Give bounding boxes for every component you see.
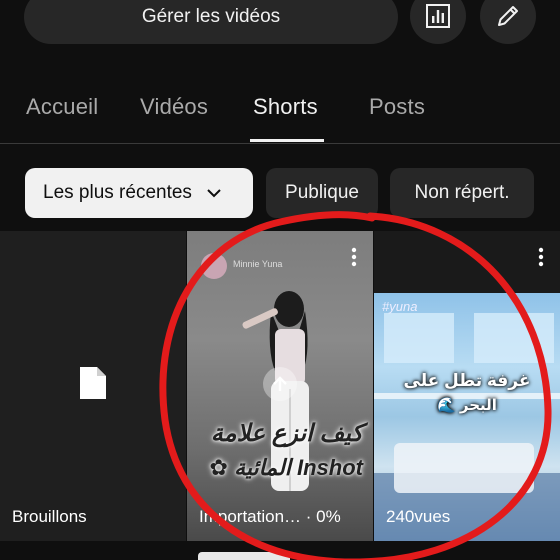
edit-channel-button[interactable]	[480, 0, 536, 44]
filter-public-label: Publique	[285, 182, 359, 203]
thumbnail-image	[374, 293, 560, 541]
published-short-tile[interactable]: #yuna غرفة تطل على البحر 🌊 240vues	[374, 231, 560, 541]
upload-status-label: Importation… · 0%	[199, 507, 341, 526]
thumbnail-room-scene	[374, 313, 560, 541]
channel-avatar	[201, 253, 227, 279]
thumbnail-overlay-text-1: كيف انزع علامة	[210, 420, 363, 447]
sort-dropdown[interactable]: Les plus récentes	[25, 168, 253, 218]
drafts-tile[interactable]: Brouillons	[0, 231, 186, 541]
analytics-icon	[426, 4, 450, 28]
pencil-icon	[498, 6, 518, 26]
tab-posts[interactable]: Posts	[369, 94, 425, 120]
channel-tabs: Accueil Vidéos Shorts Posts	[0, 80, 560, 144]
uploading-short-tile[interactable]: Minnie Yuna كيف انزع علامة Inshot المائي…	[187, 231, 373, 541]
document-icon	[80, 367, 106, 399]
upload-progress-button	[263, 367, 297, 401]
hashtag-overlay: #yuna	[382, 299, 418, 314]
tab-home[interactable]: Accueil	[26, 94, 98, 120]
filter-unlisted-chip[interactable]: Non répert.	[390, 168, 534, 218]
manage-videos-label: Gérer les vidéos	[141, 6, 281, 27]
thumbnail-caption-1: غرفة تطل على	[403, 371, 531, 390]
tab-shorts[interactable]: Shorts	[253, 94, 318, 120]
view-count-label: 240vues	[386, 507, 451, 526]
drafts-label: Brouillons	[12, 507, 87, 526]
analytics-button[interactable]	[410, 0, 466, 44]
shorts-grid: Brouillons Minnie Yuna كيف انزع علامة In…	[0, 231, 560, 541]
sort-label: Les plus récentes	[43, 182, 192, 203]
chevron-down-icon	[207, 189, 221, 198]
next-row-thumbnail-peek	[198, 552, 290, 560]
youtube-channel-shorts-screen: Gérer les vidéos Accueil Vidéos Shorts P…	[0, 0, 560, 560]
more-vert-icon[interactable]	[351, 247, 357, 267]
filter-public-chip[interactable]: Publique	[266, 168, 378, 218]
channel-name-overlay: Minnie Yuna	[233, 259, 283, 269]
more-vert-icon[interactable]	[538, 247, 544, 267]
active-tab-indicator	[250, 139, 324, 142]
filter-unlisted-label: Non répert.	[414, 182, 510, 203]
manage-videos-button[interactable]: Gérer les vidéos	[24, 0, 398, 44]
upload-arrow-icon	[273, 376, 287, 391]
thumbnail-caption-2: البحر 🌊	[437, 397, 497, 414]
tab-videos[interactable]: Vidéos	[140, 94, 208, 120]
thumbnail-overlay-text-2: Inshot المائية ✿	[209, 455, 363, 480]
